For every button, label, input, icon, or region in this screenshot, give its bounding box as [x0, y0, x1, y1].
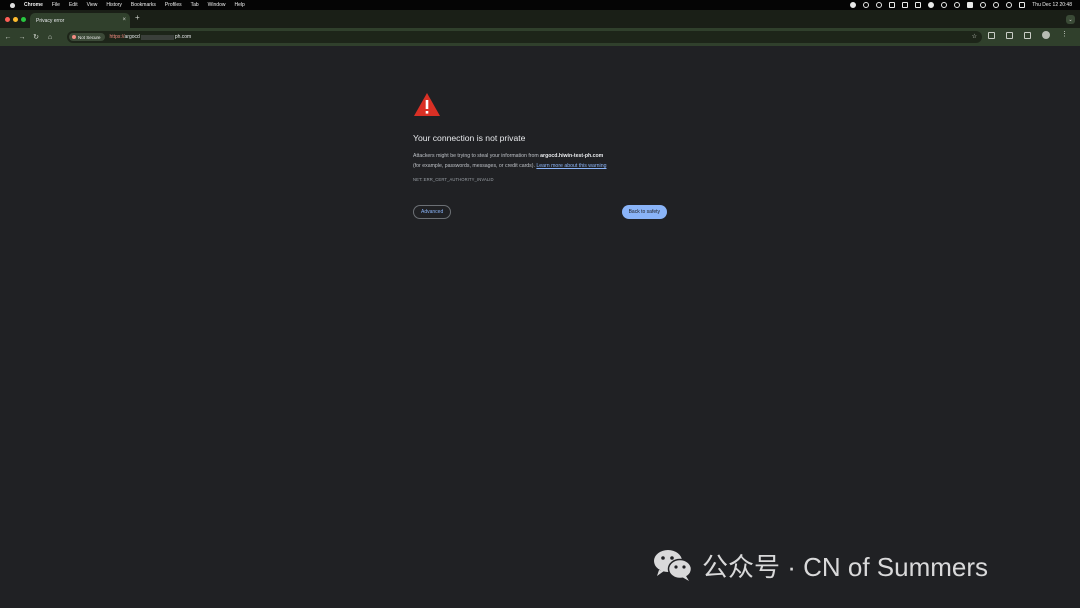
url-scheme: https:// — [109, 34, 125, 40]
url-host-start: argocd — [124, 34, 140, 40]
address-bar[interactable]: Not Secure https:// argocd ph.com ☆ — [67, 31, 982, 43]
status-github-icon[interactable] — [876, 2, 883, 8]
menu-app-chrome[interactable]: Chrome — [24, 2, 43, 8]
new-tab-button[interactable]: + — [135, 13, 140, 23]
menu-edit[interactable]: Edit — [69, 2, 78, 8]
menu-clock[interactable]: Thu Dec 12 20:48 — [1032, 2, 1072, 8]
status-gear-icon[interactable] — [954, 2, 961, 8]
close-window-button[interactable] — [5, 17, 10, 22]
learn-more-link[interactable]: Learn more about this warning — [536, 163, 606, 169]
status-battery-icon[interactable] — [980, 2, 987, 8]
interstitial-content: Your connection is not private Attackers… — [413, 92, 667, 219]
status-box-icon[interactable] — [902, 2, 909, 8]
status-icons: Thu Dec 12 20:48 — [850, 0, 1072, 10]
zoom-window-button[interactable] — [21, 17, 26, 22]
status-app-icon[interactable] — [850, 2, 857, 8]
back-to-safety-button[interactable]: Back to safety — [621, 205, 667, 219]
button-row: Advanced Back to safety — [413, 205, 667, 219]
tab-privacy-error[interactable]: Privacy error × — [30, 13, 130, 28]
status-input-icon[interactable] — [967, 2, 974, 8]
toolbar-actions: ⋮ — [988, 31, 1068, 39]
menu-bookmarks[interactable]: Bookmarks — [131, 2, 156, 8]
status-wechat-icon[interactable] — [928, 2, 935, 8]
warning-message: Attackers might be trying to steal your … — [413, 151, 667, 171]
chrome-menu-icon[interactable]: ⋮ — [1061, 31, 1068, 39]
menu-tab[interactable]: Tab — [191, 2, 199, 8]
extensions-icon[interactable] — [988, 31, 995, 39]
tab-search-button[interactable]: ⌄ — [1066, 15, 1075, 24]
message-host: argocd.hiwin-test-ph.com — [540, 153, 604, 159]
status-square-icon[interactable] — [889, 2, 896, 8]
side-panel-icon[interactable] — [1006, 31, 1013, 39]
forward-button[interactable]: → — [15, 34, 29, 41]
watermark: 公众号 · CN of Summers — [652, 545, 1052, 585]
browser-toolbar: ← → ↻ ⌂ Not Secure https:// argocd ph.co… — [0, 28, 1080, 46]
status-control-center-icon[interactable] — [1019, 2, 1026, 8]
error-code: NET::ERR_CERT_AUTHORITY_INVALID — [413, 177, 494, 182]
menu-bar: Chrome File Edit View History Bookmarks … — [0, 0, 1080, 10]
not-secure-chip[interactable]: Not Secure — [69, 33, 105, 41]
not-secure-label: Not Secure — [78, 34, 101, 40]
status-sync-icon[interactable] — [863, 2, 870, 8]
message-examples: (for example, passwords, messages, or cr… — [413, 163, 535, 169]
tab-close-icon[interactable]: × — [122, 16, 126, 24]
profile-avatar[interactable] — [1042, 31, 1050, 39]
wechat-logo-icon — [654, 550, 693, 581]
menu-history[interactable]: History — [106, 2, 122, 8]
minimize-window-button[interactable] — [13, 17, 18, 22]
reload-button[interactable]: ↻ — [29, 33, 43, 41]
status-search-icon[interactable] — [1006, 2, 1013, 8]
bookmark-star-icon[interactable]: ☆ — [972, 33, 977, 40]
status-play-icon[interactable] — [941, 2, 948, 8]
window-controls — [5, 17, 26, 22]
warning-triangle-icon — [414, 93, 440, 116]
menu-profiles[interactable]: Profiles — [165, 2, 182, 8]
media-icon[interactable] — [1024, 31, 1031, 39]
not-secure-icon — [72, 35, 76, 39]
apple-menu-icon[interactable] — [8, 2, 16, 8]
menu-window[interactable]: Window — [208, 2, 226, 8]
page-heading: Your connection is not private — [413, 133, 526, 143]
menu-help[interactable]: Help — [234, 2, 244, 8]
watermark-text: 公众号 · CN of Summers — [702, 551, 989, 582]
message-text: Attackers might be trying to steal your … — [413, 153, 539, 159]
url-text[interactable]: https:// argocd ph.com — [110, 34, 192, 40]
home-button[interactable]: ⌂ — [43, 34, 57, 41]
tab-title: Privacy error — [36, 17, 65, 24]
status-wifi-icon[interactable] — [993, 2, 1000, 8]
tab-strip: Privacy error × + ⌄ — [0, 10, 1080, 28]
status-grid-icon[interactable] — [915, 2, 922, 8]
menu-view[interactable]: View — [87, 2, 98, 8]
back-button[interactable]: ← — [1, 34, 15, 41]
advanced-button[interactable]: Advanced — [413, 205, 452, 219]
menu-file[interactable]: File — [52, 2, 60, 8]
url-host-end: ph.com — [174, 34, 192, 40]
url-redaction — [140, 34, 174, 40]
